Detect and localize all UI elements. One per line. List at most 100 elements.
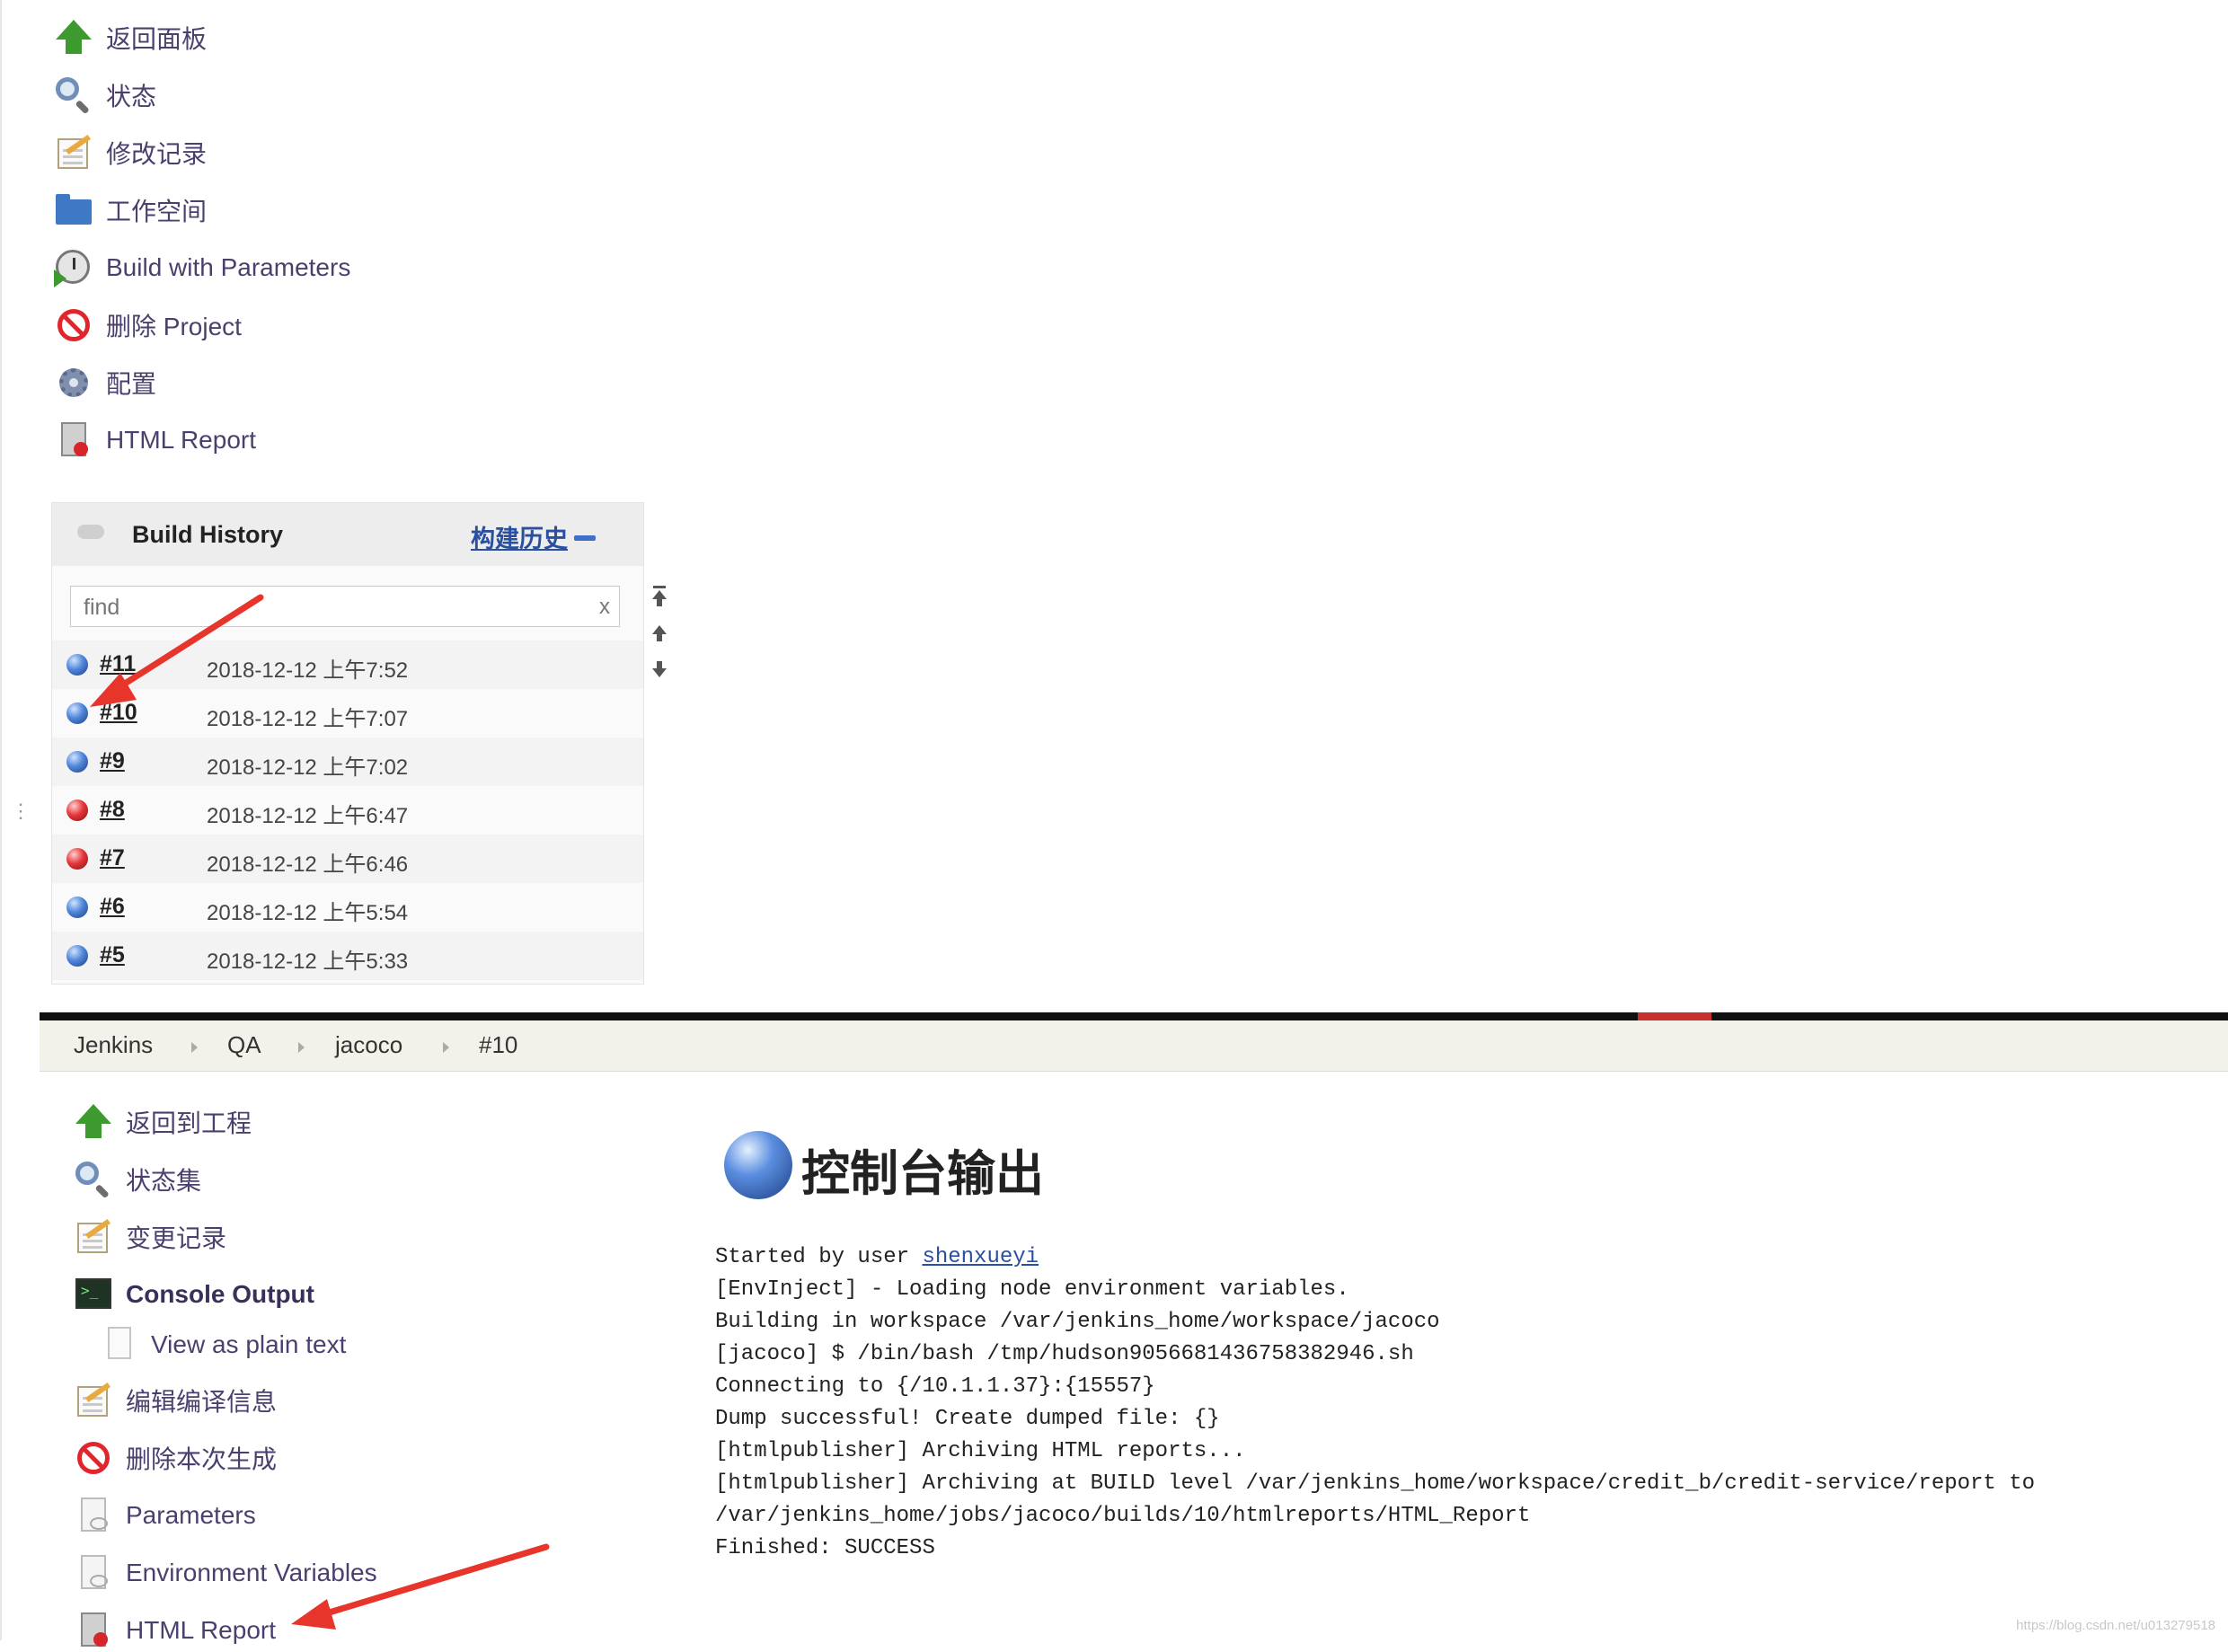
magnifier-icon: [54, 75, 93, 115]
build-history-title: Build History: [132, 521, 284, 548]
scroll-down-icon[interactable]: [649, 659, 670, 681]
status-ball-red-icon: [66, 848, 88, 870]
breadcrumb-jacoco[interactable]: jacoco: [335, 1031, 402, 1059]
terminal-icon: [74, 1275, 113, 1314]
build-number-link[interactable]: #8: [100, 797, 125, 823]
sidebar-item-parameters[interactable]: Parameters: [74, 1494, 256, 1537]
gear-icon: [54, 363, 93, 402]
build-date[interactable]: 2018-12-12 上午5:33: [207, 943, 408, 975]
report-icon: [74, 1611, 113, 1650]
sidebar-item-workspace[interactable]: 工作空间: [54, 189, 207, 232]
sidebar-item-status[interactable]: 状态集: [74, 1158, 201, 1201]
console-line: Finished: SUCCESS: [715, 1536, 935, 1560]
header-bar: [40, 1012, 2228, 1020]
breadcrumb-qa[interactable]: QA: [227, 1031, 261, 1059]
sidebar-item-label: 删除本次生成: [126, 1445, 278, 1473]
sidebar-item-label: 工作空间: [106, 198, 208, 225]
annotation-arrow-icon: [90, 594, 264, 707]
resize-grip-icon[interactable]: ⋮: [11, 801, 31, 821]
console-line: [jacoco] $ /bin/bash /tmp/hudson90566814…: [715, 1342, 1414, 1366]
build-row: #6 2018-12-12 上午5:54: [52, 883, 643, 932]
sidebar-item-back-to-project[interactable]: 返回到工程: [74, 1100, 252, 1144]
sidebar-item-label: Parameters: [126, 1501, 256, 1529]
sidebar-item-html-report[interactable]: HTML Report: [74, 1609, 276, 1652]
breadcrumb: Jenkins QA jacoco #10: [40, 1020, 2228, 1072]
build-trend-link[interactable]: 构建历史: [471, 519, 568, 554]
sidebar-item-label: Build with Parameters: [106, 253, 351, 281]
sidebar-item-label: Console Output: [126, 1280, 314, 1308]
breadcrumb-separator-icon: [443, 1042, 449, 1053]
console-line: Dump successful! Create dumped file: {}: [715, 1407, 1220, 1431]
no-entry-icon: [74, 1438, 113, 1478]
up-arrow-icon: [54, 18, 93, 57]
build-history-panel: Build History 构建历史 x #11 2018-12-12 上午7:…: [51, 502, 644, 985]
sidebar-item-changes[interactable]: 修改记录: [54, 131, 207, 174]
scroll-up-icon[interactable]: [649, 623, 670, 645]
annotation-arrow-icon: [291, 1543, 550, 1630]
console-output: Started by user shenxueyi [EnvInject] - …: [715, 1241, 2035, 1565]
collapse-icon[interactable]: [574, 535, 596, 541]
build-number-link[interactable]: #5: [100, 942, 125, 968]
sidebar-item-view-plain-text[interactable]: View as plain text: [99, 1323, 346, 1366]
console-line: [EnvInject] - Loading node environment v…: [715, 1277, 1349, 1302]
build-number-link[interactable]: #6: [100, 894, 125, 920]
sidebar-item-configure[interactable]: 配置: [54, 361, 156, 404]
sidebar-item-delete-project[interactable]: 删除 Project: [54, 304, 242, 347]
breadcrumb-build[interactable]: #10: [479, 1031, 517, 1059]
build-date[interactable]: 2018-12-12 上午6:47: [207, 798, 408, 829]
sidebar-item-label: 变更记录: [126, 1224, 227, 1252]
breadcrumb-jenkins[interactable]: Jenkins: [74, 1031, 153, 1059]
sidebar-item-label: HTML Report: [126, 1616, 277, 1644]
document-icon: [74, 1553, 113, 1593]
notepad-icon: [74, 1217, 113, 1257]
build-number-link[interactable]: #9: [100, 748, 125, 774]
user-link[interactable]: shenxueyi: [922, 1245, 1039, 1269]
folder-icon: [54, 190, 93, 230]
build-status-ball-icon: [724, 1131, 792, 1199]
status-ball-red-icon: [66, 799, 88, 821]
status-ball-blue-icon: [66, 945, 88, 967]
console-line: /var/jenkins_home/jobs/jacoco/builds/10/…: [715, 1504, 1531, 1528]
document-icon: [74, 1496, 113, 1535]
build-date[interactable]: 2018-12-12 上午5:54: [207, 895, 408, 926]
sidebar-item-console-output[interactable]: Console Output: [74, 1273, 314, 1316]
sidebar-item-label: View as plain text: [151, 1330, 347, 1358]
sidebar-item-label: 编辑编译信息: [126, 1388, 278, 1416]
sidebar-item-build-with-parameters[interactable]: Build with Parameters: [54, 246, 350, 289]
build-row: #5 2018-12-12 上午5:33: [52, 932, 643, 980]
plain-text-icon: [99, 1325, 138, 1365]
sidebar-item-html-report[interactable]: HTML Report: [54, 419, 256, 462]
sidebar-item-label: HTML Report: [106, 426, 257, 454]
console-line: Building in workspace /var/jenkins_home/…: [715, 1310, 1440, 1334]
header-accent: [1638, 1012, 1711, 1020]
console-line: [htmlpublisher] Archiving at BUILD level…: [715, 1471, 2036, 1496]
status-ball-blue-icon: [66, 897, 88, 918]
sidebar-item-back-to-dashboard[interactable]: 返回面板: [54, 16, 207, 59]
watermark: https://blog.csdn.net/u013279518: [2016, 1618, 2215, 1633]
status-ball-blue-icon: [66, 751, 88, 773]
clear-search-button[interactable]: x: [599, 595, 610, 620]
build-date[interactable]: 2018-12-12 上午7:02: [207, 749, 408, 781]
sidebar-item-changes[interactable]: 变更记录: [74, 1215, 226, 1259]
scroll-to-top-icon[interactable]: [649, 586, 670, 607]
clock-icon: [54, 248, 93, 287]
build-row: #8 2018-12-12 上午6:47: [52, 786, 643, 835]
weather-cloud-icon: [77, 525, 104, 539]
sidebar-item-label: 返回面板: [106, 25, 208, 53]
magnifier-icon: [74, 1160, 113, 1199]
page-title: 控制台输出: [801, 1147, 1044, 1201]
console-line: Connecting to {/10.1.1.37}:{15557}: [715, 1374, 1155, 1399]
sidebar-item-label: 状态: [106, 83, 157, 110]
report-icon: [54, 420, 93, 460]
build-number-link[interactable]: #7: [100, 845, 125, 871]
breadcrumb-separator-icon: [298, 1042, 305, 1053]
sidebar-item-label: 修改记录: [106, 140, 208, 168]
sidebar-item-status[interactable]: 状态: [54, 74, 156, 117]
console-line: Started by user: [715, 1245, 923, 1269]
sidebar-item-edit-build-info[interactable]: 编辑编译信息: [74, 1379, 277, 1422]
sidebar-item-label: 配置: [106, 370, 157, 398]
sidebar-item-label: 状态集: [126, 1167, 202, 1195]
build-date[interactable]: 2018-12-12 上午6:46: [207, 846, 408, 878]
sidebar-item-delete-build[interactable]: 删除本次生成: [74, 1436, 277, 1480]
console-line: [htmlpublisher] Archiving HTML reports..…: [715, 1439, 1246, 1463]
